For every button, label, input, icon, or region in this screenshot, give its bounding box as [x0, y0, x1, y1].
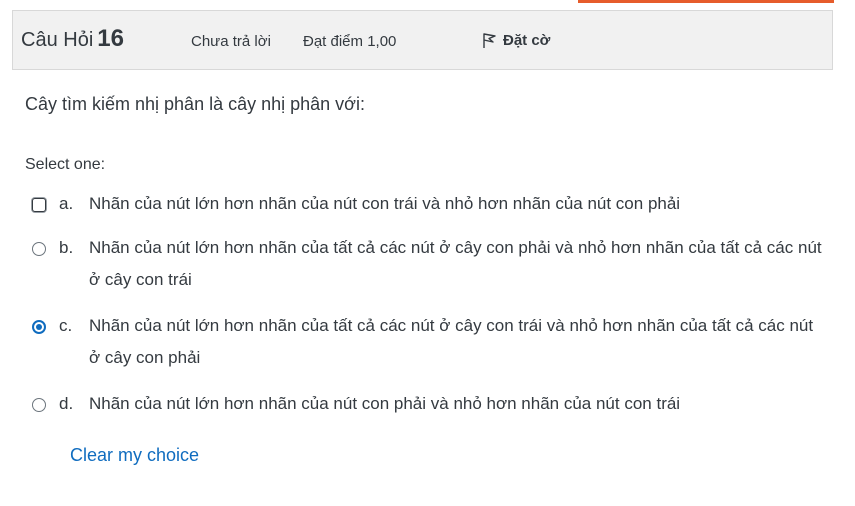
radio-button-d[interactable] — [32, 398, 46, 412]
answer-text[interactable]: Nhãn của nút lớn hơn nhãn của tất cả các… — [89, 232, 824, 296]
radio-button-a[interactable] — [32, 198, 46, 212]
question-label: Câu Hỏi — [21, 29, 94, 51]
answer-text[interactable]: Nhãn của nút lớn hơn nhãn của nút con ph… — [89, 388, 824, 420]
question-info-box: Câu Hỏi 16 Chưa trả lời Đạt điểm 1,00 Đặt… — [12, 10, 833, 70]
question-state: Chưa trả lời — [191, 33, 271, 50]
active-tab-indicator — [578, 0, 834, 3]
answer-text[interactable]: Nhãn của nút lớn hơn nhãn của tất cả các… — [89, 310, 824, 374]
answer-letter: d. — [59, 394, 74, 413]
answer-prompt: Select one: — [25, 156, 106, 173]
question-text: Cây tìm kiếm nhị phân là cây nhị phân vớ… — [25, 94, 365, 114]
clear-choice-link[interactable]: Clear my choice — [70, 445, 199, 466]
flag-question-button[interactable]: Đặt cờ — [481, 31, 550, 49]
radio-button-b[interactable] — [32, 242, 46, 256]
question-grade: Đạt điểm 1,00 — [303, 33, 397, 50]
flag-icon — [483, 33, 496, 48]
answer-text[interactable]: Nhãn của nút lớn hơn nhãn của nút con tr… — [89, 188, 824, 220]
answer-letter: a. — [59, 194, 74, 213]
flag-label: Đặt cờ — [503, 31, 551, 49]
question-number: Câu Hỏi 16 — [21, 25, 124, 53]
answer-letter: c. — [59, 316, 73, 335]
radio-button-c[interactable] — [32, 320, 46, 334]
question-number-value: 16 — [97, 25, 124, 52]
answer-letter: b. — [59, 238, 74, 257]
